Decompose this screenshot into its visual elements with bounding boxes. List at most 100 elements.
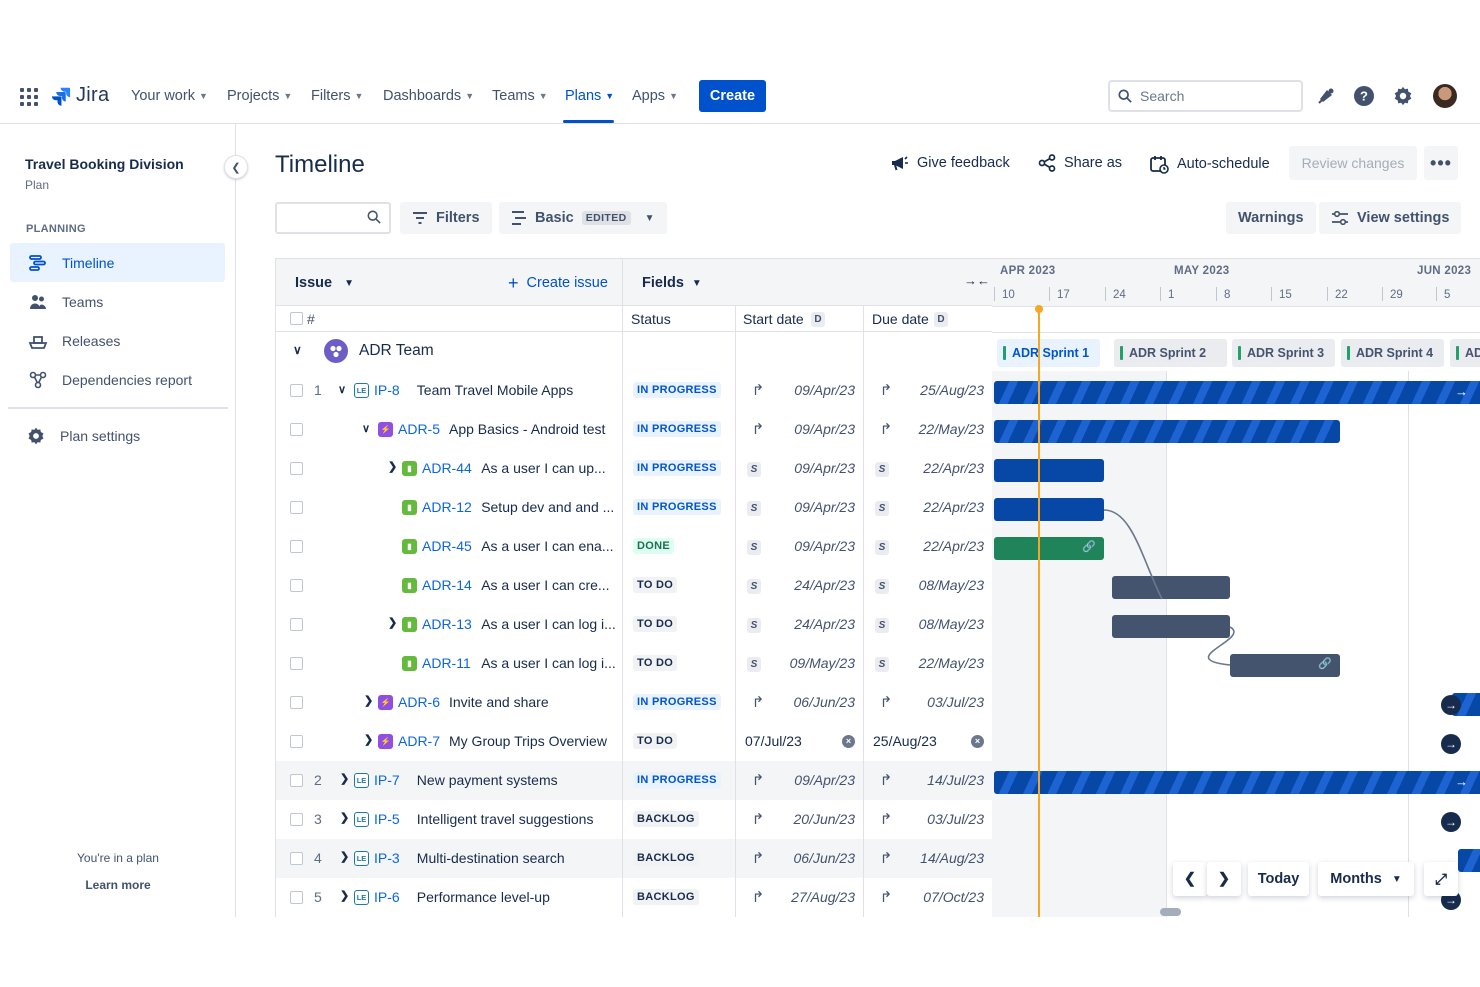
give-feedback-button[interactable]: Give feedback bbox=[889, 154, 1010, 172]
nav-apps[interactable]: Apps ▼ bbox=[632, 88, 678, 104]
status-lozenge[interactable]: IN PROGRESS bbox=[633, 421, 721, 437]
select-all-checkbox[interactable] bbox=[290, 312, 303, 325]
status-lozenge[interactable]: IN PROGRESS bbox=[633, 382, 721, 398]
team-group-row[interactable]: ∨ ADR Team bbox=[276, 332, 992, 370]
more-actions-button[interactable]: ••• bbox=[1424, 146, 1458, 180]
share-as-button[interactable]: Share as bbox=[1038, 154, 1122, 172]
start-date-value[interactable]: 09/Apr/23 bbox=[775, 499, 855, 515]
chevron-right-icon[interactable]: ❯ bbox=[364, 733, 373, 746]
row-checkbox[interactable] bbox=[290, 657, 303, 670]
row-checkbox[interactable] bbox=[290, 462, 303, 475]
filter-search-input[interactable] bbox=[275, 202, 391, 234]
start-date-value[interactable]: 09/Apr/23 bbox=[775, 772, 855, 788]
warnings-button[interactable]: Warnings bbox=[1226, 202, 1316, 234]
issue-summary[interactable]: As a user I can cre... bbox=[481, 577, 609, 593]
issue-key-link[interactable]: IP-8 bbox=[374, 382, 400, 398]
nav-filters[interactable]: Filters ▼ bbox=[311, 88, 363, 104]
user-avatar[interactable] bbox=[1433, 84, 1457, 108]
status-lozenge[interactable]: DONE bbox=[633, 538, 674, 554]
auto-schedule-button[interactable]: Auto-schedule bbox=[1149, 154, 1270, 174]
chevron-right-icon[interactable]: ❯ bbox=[340, 772, 349, 785]
sidebar-item-releases[interactable]: Releases bbox=[10, 321, 225, 360]
gear-icon[interactable] bbox=[1392, 85, 1414, 107]
create-issue-button[interactable]: + Create issue bbox=[508, 274, 608, 292]
due-date-value[interactable]: 03/Jul/23 bbox=[904, 694, 984, 710]
nav-plans[interactable]: Plans ▼ bbox=[565, 88, 614, 104]
issue-summary[interactable]: Intelligent travel suggestions bbox=[417, 811, 594, 827]
chevron-down-icon[interactable]: ∨ bbox=[362, 422, 370, 435]
issue-summary[interactable]: Multi-destination search bbox=[417, 850, 565, 866]
table-row[interactable]: ∨ ⚡ ADR-5 App Basics - Android test IN PROGR… bbox=[276, 410, 992, 449]
sidebar-item-teams[interactable]: Teams bbox=[10, 282, 225, 321]
row-checkbox[interactable] bbox=[290, 501, 303, 514]
chevron-right-icon[interactable]: ❯ bbox=[340, 889, 349, 902]
issue-key-link[interactable]: IP-7 bbox=[374, 772, 400, 788]
start-date-column-header[interactable]: Start date bbox=[743, 311, 804, 327]
issue-key-link[interactable]: IP-3 bbox=[374, 850, 400, 866]
notifications-icon[interactable] bbox=[1315, 85, 1337, 107]
chevron-right-icon[interactable]: ❯ bbox=[340, 811, 349, 824]
horizontal-scrollbar[interactable] bbox=[1160, 908, 1181, 916]
view-select-button[interactable]: Basic EDITED ▼ bbox=[499, 202, 667, 234]
due-date-value[interactable]: 03/Jul/23 bbox=[904, 811, 984, 827]
issue-key-link[interactable]: ADR-45 bbox=[422, 538, 472, 554]
due-date-value[interactable]: 22/Apr/23 bbox=[904, 538, 984, 554]
issue-key-link[interactable]: ADR-6 bbox=[398, 694, 440, 710]
status-column-header[interactable]: Status bbox=[631, 311, 671, 327]
fullscreen-button[interactable]: ⤢ bbox=[1424, 862, 1458, 896]
status-lozenge[interactable]: BACKLOG bbox=[633, 889, 699, 905]
start-date-value[interactable]: 09/Apr/23 bbox=[775, 421, 855, 437]
start-date-value[interactable]: 09/May/23 bbox=[775, 655, 855, 671]
due-date-value[interactable]: 07/Oct/23 bbox=[904, 889, 984, 905]
learn-more-link[interactable]: Learn more bbox=[0, 878, 236, 892]
table-row[interactable]: 4 ❯ LE IP-3 Multi-destination search BACKLOG ↱… bbox=[276, 839, 992, 878]
start-date-value[interactable]: 07/Jul/23 bbox=[745, 733, 825, 749]
issue-key-link[interactable]: ADR-13 bbox=[422, 616, 472, 632]
status-lozenge[interactable]: IN PROGRESS bbox=[633, 694, 721, 710]
row-checkbox[interactable] bbox=[290, 891, 303, 904]
start-date-value[interactable]: 20/Jun/23 bbox=[775, 811, 856, 827]
issue-summary[interactable]: Setup dev and and ... bbox=[481, 499, 614, 515]
create-button[interactable]: Create bbox=[699, 80, 766, 112]
status-lozenge[interactable]: IN PROGRESS bbox=[633, 460, 721, 476]
start-date-value[interactable]: 27/Aug/23 bbox=[775, 889, 855, 905]
table-row[interactable]: 5 ❯ LE IP-6 Performance level-up BACKLOG ↱ ↱ 27/… bbox=[276, 878, 992, 917]
fields-menu-button[interactable]: Fields ▼ bbox=[642, 275, 702, 291]
table-row[interactable]: ▮ ADR-45 As a user I can ena... DONE S S 09/Ap… bbox=[276, 527, 992, 566]
issue-summary[interactable]: As a user I can log i... bbox=[481, 616, 616, 632]
issue-summary[interactable]: App Basics - Android test bbox=[449, 421, 605, 437]
status-lozenge[interactable]: IN PROGRESS bbox=[633, 772, 721, 788]
sidebar-item-plan-settings[interactable]: Plan settings bbox=[26, 426, 140, 446]
issue-key-link[interactable]: ADR-11 bbox=[422, 655, 471, 671]
chevron-right-icon[interactable]: ❯ bbox=[388, 460, 397, 473]
row-checkbox[interactable] bbox=[290, 813, 303, 826]
table-row[interactable]: ❯ ⚡ ADR-6 Invite and share IN PROGRESS ↱ ↱ 06/J… bbox=[276, 683, 992, 722]
table-row[interactable]: ▮ ADR-14 As a user I can cre... TO DO S S 24/A… bbox=[276, 566, 992, 605]
issue-summary[interactable]: Team Travel Mobile Apps bbox=[417, 382, 573, 398]
status-lozenge[interactable]: BACKLOG bbox=[633, 811, 699, 827]
issue-summary[interactable]: Invite and share bbox=[449, 694, 549, 710]
due-date-value[interactable]: 25/Aug/23 bbox=[904, 382, 984, 398]
table-row[interactable]: ❯ ▮ ADR-44 As a user I can up... IN PROGRESS… bbox=[276, 449, 992, 488]
issue-key-link[interactable]: ADR-44 bbox=[422, 460, 472, 476]
scroll-left-button[interactable]: ❮ bbox=[1173, 862, 1207, 896]
chevron-right-icon[interactable]: ❯ bbox=[364, 694, 373, 707]
view-settings-button[interactable]: View settings bbox=[1319, 202, 1462, 234]
status-lozenge[interactable]: BACKLOG bbox=[633, 850, 699, 866]
search-input[interactable]: Search bbox=[1108, 80, 1303, 112]
app-switcher-icon[interactable] bbox=[20, 88, 38, 106]
table-row[interactable]: ❯ ⚡ ADR-7 My Group Trips Overview TO DO 07/Ju… bbox=[276, 722, 992, 761]
issue-key-link[interactable]: ADR-7 bbox=[398, 733, 440, 749]
due-date-value[interactable]: 08/May/23 bbox=[904, 616, 984, 632]
issue-key-link[interactable]: ADR-12 bbox=[422, 499, 472, 515]
status-lozenge[interactable]: IN PROGRESS bbox=[633, 499, 721, 515]
start-date-value[interactable]: 06/Jun/23 bbox=[775, 850, 856, 866]
due-date-value[interactable]: 22/May/23 bbox=[904, 421, 984, 437]
issue-summary[interactable]: My Group Trips Overview bbox=[449, 733, 607, 749]
due-date-value[interactable]: 22/Apr/23 bbox=[904, 460, 984, 476]
table-row[interactable]: ▮ ADR-12 Setup dev and and ... IN PROGRESS S… bbox=[276, 488, 992, 527]
table-row[interactable]: 3 ❯ LE IP-5 Intelligent travel suggestions BA… bbox=[276, 800, 992, 839]
row-checkbox[interactable] bbox=[290, 384, 303, 397]
chevron-right-icon[interactable]: ❯ bbox=[340, 850, 349, 863]
start-date-value[interactable]: 09/Apr/23 bbox=[775, 538, 855, 554]
